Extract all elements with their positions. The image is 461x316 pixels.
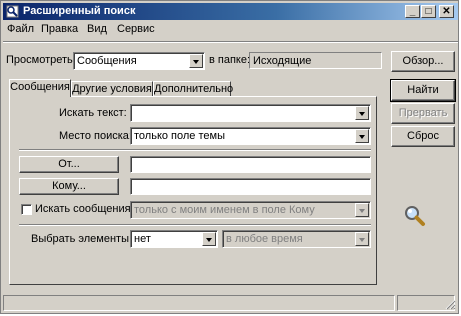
chevron-down-icon[interactable] <box>355 106 369 120</box>
status-pane-main <box>3 295 395 311</box>
menu-tools[interactable]: Сервис <box>117 23 155 35</box>
search-in-combo[interactable]: только поле темы <box>130 127 371 145</box>
from-button[interactable]: От... <box>19 156 119 173</box>
time-range-combo: в любое время <box>222 230 371 248</box>
menu-file[interactable]: Файл <box>7 23 34 35</box>
find-button[interactable]: Найти <box>390 79 456 102</box>
reset-button[interactable]: Сброс <box>391 126 455 147</box>
menu-separator <box>3 41 458 43</box>
time-label: Выбрать элементы: <box>31 233 133 245</box>
search-text-combo[interactable] <box>130 104 371 122</box>
chevron-down-icon[interactable] <box>202 232 216 246</box>
chevron-down-icon <box>355 203 369 217</box>
menu-bar: Файл Правка Вид Сервис <box>3 21 458 39</box>
chevron-down-icon <box>355 232 369 246</box>
time-range-value: в любое время <box>226 233 303 245</box>
menu-edit[interactable]: Правка <box>41 23 78 35</box>
group-separator <box>19 149 371 151</box>
find-window-icon <box>6 5 19 18</box>
where-checkbox[interactable] <box>21 204 32 215</box>
maximize-button[interactable]: □ <box>421 5 436 18</box>
browse-button[interactable]: Обзор... <box>391 51 455 72</box>
chevron-down-icon[interactable] <box>355 129 369 143</box>
magnifier-icon <box>405 206 425 226</box>
folder-label: в папке: <box>209 54 251 66</box>
stop-button: Прервать <box>391 103 455 124</box>
where-label: Искать сообщения: <box>35 203 134 215</box>
lookin-label: Просмотреть: <box>6 54 76 66</box>
where-combo: только с моим именем в поле Кому <box>130 201 371 219</box>
group-separator <box>19 224 371 226</box>
search-in-label: Место поиска: <box>59 130 132 142</box>
status-bar <box>3 295 458 312</box>
advanced-find-window: Расширенный поиск _ □ ✕ Файл Правка Вид … <box>0 0 459 314</box>
folder-value: Исходящие <box>253 55 312 67</box>
to-button[interactable]: Кому... <box>19 178 119 195</box>
time-combo[interactable]: нет <box>130 230 218 248</box>
lookin-combo[interactable]: Сообщения <box>73 52 205 70</box>
from-field[interactable] <box>130 156 371 173</box>
maximize-icon: □ <box>425 6 432 17</box>
tab-more-choices[interactable]: Другие условия <box>71 81 153 97</box>
menu-view[interactable]: Вид <box>87 23 107 35</box>
resize-grip-icon[interactable] <box>444 298 456 310</box>
close-button[interactable]: ✕ <box>439 5 454 18</box>
to-field[interactable] <box>130 178 371 195</box>
search-text-label: Искать текст: <box>59 107 127 119</box>
where-value: только с моим именем в поле Кому <box>134 204 315 216</box>
folder-field: Исходящие <box>249 52 382 69</box>
minimize-button[interactable]: _ <box>405 5 420 18</box>
lookin-value: Сообщения <box>77 55 137 67</box>
chevron-down-icon[interactable] <box>189 54 203 68</box>
time-value: нет <box>134 233 151 245</box>
window-title: Расширенный поиск <box>23 5 136 17</box>
title-bar[interactable]: Расширенный поиск _ □ ✕ <box>3 3 458 20</box>
minimize-icon: _ <box>409 6 416 17</box>
tab-advanced[interactable]: Дополнительно <box>153 81 233 97</box>
tab-messages[interactable]: Сообщения <box>9 79 71 97</box>
search-in-value: только поле темы <box>134 130 225 142</box>
close-icon: ✕ <box>442 6 451 17</box>
